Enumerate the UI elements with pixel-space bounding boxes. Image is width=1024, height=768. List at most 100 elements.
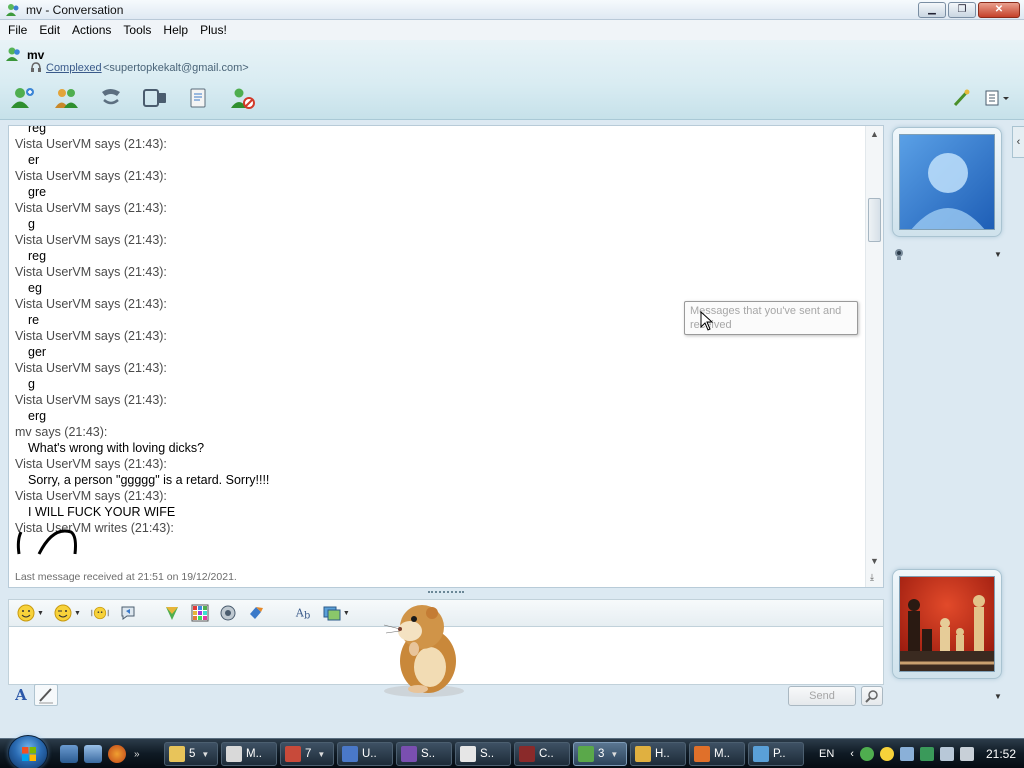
group-dropdown-icon: ▼ [317,749,326,759]
minimize-button[interactable]: ▁ [918,2,946,18]
search-button[interactable] [861,686,883,706]
security-tray-icon[interactable] [919,747,934,761]
speaker-icon [220,605,236,621]
clock[interactable]: 21:52 [986,747,1016,761]
taskbar-button[interactable]: S.. [455,742,511,766]
last-received-status: Last message received at 21:51 on 19/12/… [15,571,237,583]
message-sender-line: Vista UserVM says (21:43): [15,489,167,503]
share-files-button[interactable] [52,84,82,112]
message-text: ger [28,345,47,359]
default-user-avatar-icon [911,153,985,229]
history-scrollbar[interactable]: ▲ ▼ ⤓ [865,126,883,587]
scroll-down-arrow[interactable]: ▼ [870,556,879,566]
collapse-sidebar-button[interactable]: ‹ [1012,126,1024,158]
block-contact-button[interactable] [228,84,258,112]
search-icon [865,690,878,703]
app-tray-icon[interactable] [899,747,914,761]
taskbar-button[interactable]: P.. [748,742,804,766]
conversation-history[interactable]: reg Vista UserVM says (21:43): er Vista Us… [8,125,884,588]
hamster-animation [383,605,464,697]
pane-splitter[interactable] [428,591,464,595]
taskbar-button[interactable]: 5 ▼ [164,742,218,766]
title-bar: mv - Conversation ▁ ❐ ✕ [0,0,1024,20]
menu-edit[interactable]: Edit [33,23,66,37]
switch-windows-icon[interactable] [84,745,102,763]
taskbar-button-label: M.. [714,748,730,760]
picture-dropdown[interactable]: ▼ [343,610,350,617]
webcam-icon[interactable] [892,247,906,261]
language-indicator[interactable]: EN [819,748,834,760]
picture-options-dropdown[interactable]: ▼ [994,250,1002,259]
scroll-end-icon[interactable]: ⤓ [870,572,874,583]
message-text: Sorry, a person "ggggg" is a retard. Sor… [28,473,270,487]
activities-button[interactable] [184,84,214,112]
chess-pieces-picture [900,595,994,671]
emoticons-dropdown[interactable]: ▼ [37,610,44,617]
sound-button[interactable] [219,604,237,622]
visual-studio-icon [401,746,417,762]
backgrounds-button[interactable] [191,604,209,622]
message-text: eg [28,281,42,295]
invite-contact-button[interactable] [8,84,38,112]
taskbar-button[interactable]: H.. [630,742,686,766]
emoticons-button[interactable] [17,604,35,622]
quicklaunch-more-icon[interactable]: » [134,749,140,760]
contact-display-picture[interactable] [892,127,1002,237]
show-desktop-icon[interactable] [60,745,78,763]
messenger-tray-icon[interactable] [859,747,874,761]
taskbar-button-label: S.. [480,748,495,760]
pen-icon [39,688,53,704]
menu-file[interactable]: File [2,23,33,37]
scroll-up-arrow[interactable]: ▲ [870,129,879,139]
video-call-button[interactable] [140,84,170,112]
tray-expand-icon[interactable]: ‹ [850,748,854,760]
window-title: mv - Conversation [26,3,124,17]
contact-status-link[interactable]: Complexed [46,62,102,74]
taskbar-button[interactable]: 7 ▼ [280,742,334,766]
taskbar-button[interactable]: S.. [396,742,452,766]
messenger-icon [6,4,19,16]
winks-dropdown[interactable]: ▼ [74,610,81,617]
voice-clip-button[interactable] [119,604,137,622]
send-picture-button[interactable] [323,604,341,622]
taskbar-button[interactable]: 3 ▼ [573,742,627,766]
handwriting-mode-button[interactable] [34,684,58,706]
paint-icon [753,746,769,762]
taskbar-button[interactable]: M.. [221,742,277,766]
voice-clip-icon [121,606,135,620]
windows-logo-icon [22,747,36,761]
add-contact-icon [11,88,34,108]
scroll-thumb[interactable] [868,198,881,242]
translate-button[interactable]: Ab [295,604,313,622]
menu-tools[interactable]: Tools [117,23,157,37]
taskbar-button[interactable]: M.. [689,742,745,766]
my-display-picture[interactable] [892,569,1002,679]
network-icon[interactable] [939,747,954,761]
firefox-quicklaunch-icon[interactable] [108,745,126,763]
show-menu-icon[interactable] [984,89,1010,107]
message-sender-line: Vista UserVM says (21:43): [15,265,167,279]
menu-help[interactable]: Help [157,23,194,37]
svg-text:A: A [295,607,304,620]
emoticon-tray-icon[interactable] [879,747,894,761]
menu-actions[interactable]: Actions [66,23,117,37]
start-button[interactable] [8,735,48,768]
maximize-button[interactable]: ❐ [948,2,976,18]
change-font-button[interactable]: A [12,686,30,704]
paint-brush-icon[interactable] [952,88,972,108]
taskbar-button-label: 3 [598,748,605,760]
send-button[interactable]: Send [788,686,856,706]
menu-plus[interactable]: Plus! [194,23,233,37]
call-button[interactable] [96,84,126,112]
my-picture-options-dropdown[interactable]: ▼ [994,692,1002,701]
block-contact-icon [231,88,255,109]
games-button[interactable] [163,604,181,622]
nudge-button[interactable] [91,604,109,622]
taskbar-button-label: M.. [246,748,262,760]
taskbar-button[interactable]: C.. [514,742,570,766]
winks-button[interactable] [54,604,72,622]
taskbar-button[interactable]: U.. [337,742,393,766]
volume-icon[interactable] [959,747,974,761]
plugin-button[interactable] [247,604,265,622]
close-button[interactable]: ✕ [978,2,1020,18]
